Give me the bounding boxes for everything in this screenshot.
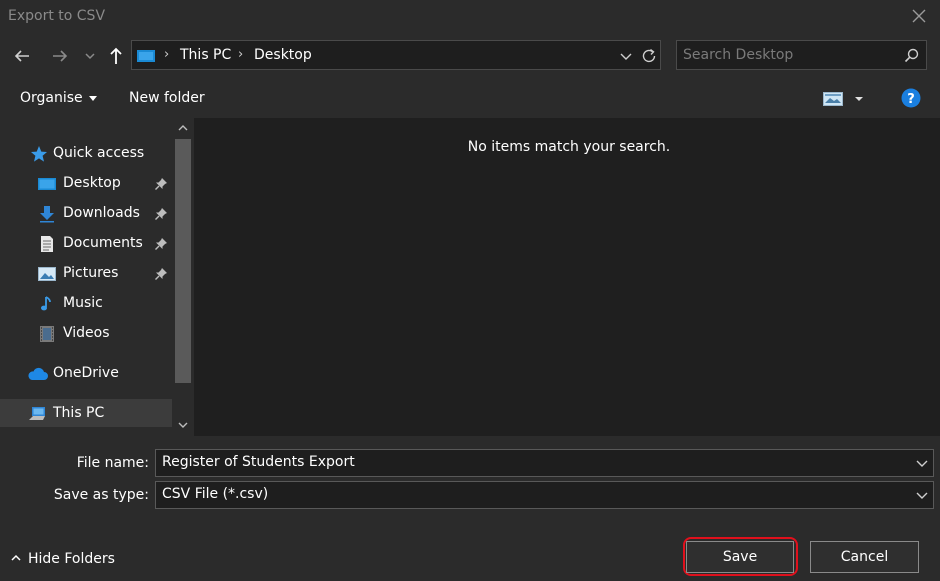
video-icon [40,326,54,342]
cancel-button[interactable]: Cancel [810,541,919,573]
nav-item-label: Music [63,295,103,311]
breadcrumb-separator: › [238,47,244,62]
nav-item-music[interactable]: Music [0,289,172,317]
command-toolbar: Organise New folder [0,78,940,118]
nav-item-label: Pictures [63,265,119,281]
change-view-icon[interactable] [823,92,843,106]
organise-button[interactable]: Organise [20,90,97,106]
star-icon [31,146,47,162]
view-options-caret-icon[interactable] [854,95,864,103]
download-icon [40,206,54,223]
nav-item-quick-access[interactable]: Quick access [0,139,172,167]
address-dropdown-icon[interactable] [619,49,633,63]
help-icon[interactable]: ? [901,88,921,108]
chevron-down-icon[interactable] [915,456,929,470]
title-bar: Export to CSV [0,0,940,34]
document-icon [41,236,53,252]
up-arrow-icon[interactable] [104,44,128,68]
hide-folders-button[interactable]: Hide Folders [10,551,115,567]
breadcrumb-separator: › [164,47,170,62]
save-as-type-select[interactable]: CSV File (*.csv) [155,481,934,509]
search-icon[interactable] [903,47,921,65]
pin-icon[interactable] [154,237,168,251]
forward-arrow-icon[interactable] [48,44,72,68]
save-as-type-label: Save as type: [53,487,149,503]
svg-text:?: ? [907,92,915,107]
nav-item-label: Desktop [63,175,121,191]
address-row: › This PC › Desktop [0,34,940,78]
chevron-down-icon[interactable] [915,488,929,502]
desktop-icon [38,178,56,190]
pictures-icon [38,267,56,281]
nav-item-label: This PC [53,405,105,421]
nav-item-onedrive[interactable]: OneDrive [0,359,172,387]
hide-folders-label: Hide Folders [28,551,115,567]
chevron-up-icon [11,554,21,561]
caret-down-icon [88,95,97,101]
file-list-pane[interactable]: No items match your search. [194,118,940,436]
nav-item-label: Documents [63,235,143,251]
nav-item-label: Quick access [53,145,145,161]
breadcrumb-desktop[interactable]: Desktop [254,47,312,63]
empty-message: No items match your search. [467,139,671,155]
save-as-type-value: CSV File (*.csv) [162,486,269,502]
music-note-icon [41,296,51,311]
back-arrow-icon[interactable] [10,44,34,68]
nav-item-downloads[interactable]: Downloads [0,199,172,227]
recent-locations-chevron-icon[interactable] [82,44,98,68]
close-icon[interactable] [910,6,928,26]
pin-icon[interactable] [154,177,168,191]
file-name-label: File name: [76,455,149,471]
address-bar[interactable]: › This PC › Desktop [131,40,661,70]
file-name-combobox[interactable]: Register of Students Export [155,449,934,477]
computer-icon [29,407,45,420]
nav-item-label: Videos [63,325,110,341]
navigation-scrollbar[interactable] [172,118,194,436]
refresh-icon[interactable] [640,47,658,65]
scroll-down-icon[interactable] [177,420,189,430]
pin-icon[interactable] [154,267,168,281]
navigation-pane: Quick access Desktop Downloads Documents [0,118,194,436]
scrollbar-thumb[interactable] [175,139,191,383]
search-input[interactable] [683,45,893,65]
scroll-up-icon[interactable] [177,123,189,133]
nav-item-label: OneDrive [53,365,119,381]
window-title: Export to CSV [8,8,106,24]
nav-item-desktop[interactable]: Desktop [0,169,172,197]
organise-label: Organise [20,90,83,106]
nav-item-this-pc[interactable]: This PC [0,399,172,427]
nav-item-videos[interactable]: Videos [0,319,172,347]
nav-item-label: Downloads [63,205,140,221]
this-pc-icon [137,50,155,62]
nav-item-documents[interactable]: Documents [0,229,172,257]
new-folder-button[interactable]: New folder [129,90,205,106]
pin-icon[interactable] [154,207,168,221]
file-name-input[interactable]: Register of Students Export [162,454,355,470]
cloud-icon [28,367,48,380]
search-box[interactable] [676,40,927,70]
save-button[interactable]: Save [686,541,794,573]
breadcrumb-this-pc[interactable]: This PC [180,47,231,63]
nav-item-pictures[interactable]: Pictures [0,259,172,287]
